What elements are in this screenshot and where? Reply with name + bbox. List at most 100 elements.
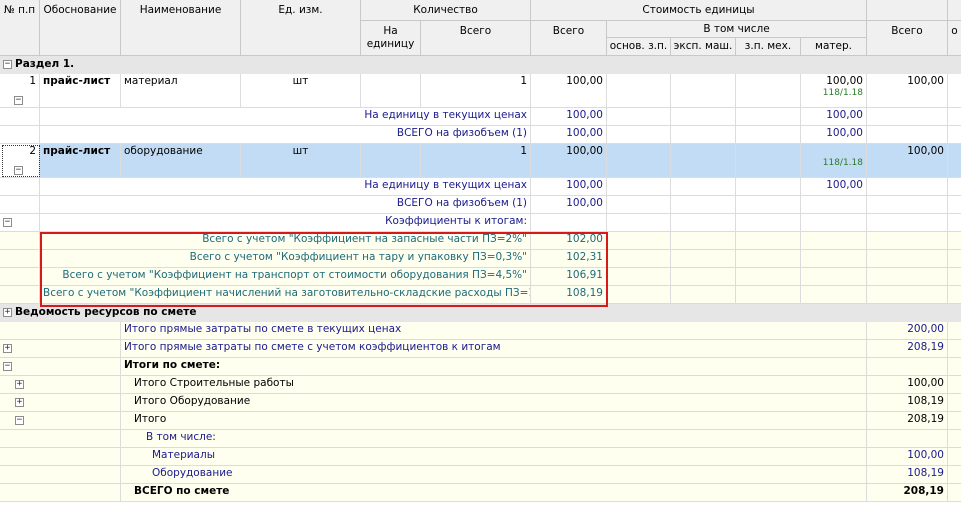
- summary-value: 108,19: [867, 466, 948, 484]
- table-row-sub[interactable]: ВСЕГО на физобъем (1) 100,00: [0, 196, 961, 214]
- total-row[interactable]: + Итого прямые затраты по смете с учетом…: [0, 340, 961, 358]
- item-qty-total: 1: [421, 74, 531, 108]
- header-qty-per-unit[interactable]: На единицу: [361, 21, 421, 56]
- sub-total: [867, 178, 948, 196]
- header-name[interactable]: Наименование: [121, 0, 241, 56]
- table-row-item-2[interactable]: 2 − прайс-лист оборудование шт 1 100,00 …: [0, 144, 961, 178]
- resources-row[interactable]: + Ведомость ресурсов по смете: [0, 304, 961, 322]
- sub-extra: [948, 178, 961, 196]
- summary-title: Итоги по смете:: [121, 358, 867, 376]
- coef-extra: [948, 214, 961, 232]
- sub-label: На единицу в текущих ценах: [40, 108, 531, 126]
- coef-eksp-mash: [671, 232, 736, 250]
- collapse-icon[interactable]: −: [14, 96, 23, 105]
- expand-icon[interactable]: +: [3, 344, 12, 353]
- collapse-icon[interactable]: −: [3, 362, 12, 371]
- sub-zp-meh: [736, 178, 801, 196]
- header-unit-cost[interactable]: Стоимость единицы: [531, 0, 867, 21]
- coef-zp-meh: [736, 286, 801, 304]
- item-mater: 100,00 118/1.18: [801, 74, 867, 108]
- collapse-icon[interactable]: −: [14, 166, 23, 175]
- sub-cost: 100,00: [531, 178, 607, 196]
- summary-label: ВСЕГО по смете: [121, 484, 867, 502]
- table-row-sub[interactable]: На единицу в текущих ценах 100,00 100,00: [0, 108, 961, 126]
- collapse-icon[interactable]: −: [15, 416, 24, 425]
- coef-value: 108,19: [531, 286, 607, 304]
- coef-row[interactable]: Всего с учетом "Коэффициент начислений н…: [0, 286, 961, 304]
- sub-label: ВСЕГО на физобъем (1): [40, 126, 531, 144]
- header-extra[interactable]: о: [948, 21, 961, 56]
- summary-extra: [948, 358, 961, 376]
- table-row-sub[interactable]: ВСЕГО на физобъем (1) 100,00 100,00: [0, 126, 961, 144]
- coef-row[interactable]: Всего с учетом "Коэффициент на запасные …: [0, 232, 961, 250]
- header-num[interactable]: № п.п: [0, 0, 40, 56]
- coef-osn-zp: [607, 232, 671, 250]
- sub-label: На единицу в текущих ценах: [40, 178, 531, 196]
- summary-row[interactable]: Материалы 100,00: [0, 448, 961, 466]
- collapse-icon[interactable]: −: [3, 60, 12, 69]
- summary-row[interactable]: Оборудование 108,19: [0, 466, 961, 484]
- table-row-item-1[interactable]: 1 − прайс-лист материал шт 1 100,00 100,…: [0, 74, 961, 108]
- coef-num: [0, 250, 40, 268]
- item-qty-per-unit: [361, 74, 421, 108]
- item-name: материал: [121, 74, 241, 108]
- coef-mater: [801, 286, 867, 304]
- coef-row[interactable]: Всего с учетом "Коэффициент на транспорт…: [0, 268, 961, 286]
- sub-total: [867, 108, 948, 126]
- coef-num: [0, 232, 40, 250]
- coef-num: [0, 286, 40, 304]
- header-unit[interactable]: Ед. изм.: [241, 0, 361, 56]
- header-cost-total[interactable]: Всего: [531, 21, 607, 56]
- summary-value: 208,19: [867, 484, 948, 502]
- header-eksp-mash[interactable]: эксп. маш.: [671, 38, 736, 56]
- coef-label: Всего с учетом "Коэффициент начислений н…: [40, 286, 531, 304]
- header-qty-total[interactable]: Всего: [421, 21, 531, 56]
- item-zp-meh: [736, 74, 801, 108]
- summary-title-row[interactable]: − Итоги по смете:: [0, 358, 961, 376]
- summary-row[interactable]: − Итого 208,19: [0, 412, 961, 430]
- header-including[interactable]: В том числе: [607, 21, 867, 38]
- summary-row[interactable]: В том числе:: [0, 430, 961, 448]
- header-osn-zp[interactable]: основ. з.п.: [607, 38, 671, 56]
- expand-icon[interactable]: +: [15, 398, 24, 407]
- coef-row[interactable]: Всего с учетом "Коэффициент на тару и уп…: [0, 250, 961, 268]
- header-blank: [867, 0, 948, 21]
- coef-title-row[interactable]: − Коэффициенты к итогам:: [0, 214, 961, 232]
- expand-icon[interactable]: +: [3, 308, 12, 317]
- item-name: оборудование: [121, 144, 241, 178]
- coef-num: [0, 268, 40, 286]
- total-label: Итого прямые затраты по смете в текущих …: [121, 322, 867, 340]
- summary-blank: [0, 358, 121, 376]
- summary-label: В том числе:: [121, 430, 867, 448]
- header-total-cost[interactable]: Всего: [867, 21, 948, 56]
- header-mater[interactable]: матер.: [801, 38, 867, 56]
- sub-osn-zp: [607, 178, 671, 196]
- coef-total: [867, 214, 948, 232]
- sub-mater: [801, 196, 867, 214]
- item-osn-zp: [607, 74, 671, 108]
- item-eksp-mash: [671, 144, 736, 178]
- coef-label: Всего с учетом "Коэффициент на запасные …: [40, 232, 531, 250]
- sub-zp-meh: [736, 126, 801, 144]
- section-row[interactable]: − Раздел 1.: [0, 56, 961, 74]
- summary-row[interactable]: + Итого Строительные работы 100,00: [0, 376, 961, 394]
- summary-grand-total-row[interactable]: ВСЕГО по смете 208,19: [0, 484, 961, 502]
- header-basis[interactable]: Обоснование: [40, 0, 121, 56]
- collapse-icon[interactable]: −: [3, 218, 12, 227]
- item-unit: шт: [241, 144, 361, 178]
- item-basis: прайс-лист: [40, 144, 121, 178]
- sub-num: [0, 108, 40, 126]
- summary-extra: [948, 466, 961, 484]
- sub-eksp-mash: [671, 178, 736, 196]
- expand-icon[interactable]: +: [15, 380, 24, 389]
- item-eksp-mash: [671, 74, 736, 108]
- header-qty[interactable]: Количество: [361, 0, 531, 21]
- coef-extra: [948, 232, 961, 250]
- coef-label: Всего с учетом "Коэффициент на транспорт…: [40, 268, 531, 286]
- header-zp-meh[interactable]: з.п. мех.: [736, 38, 801, 56]
- table-row-sub[interactable]: На единицу в текущих ценах 100,00 100,00: [0, 178, 961, 196]
- summary-row[interactable]: + Итого Оборудование 108,19: [0, 394, 961, 412]
- total-row[interactable]: Итого прямые затраты по смете в текущих …: [0, 322, 961, 340]
- sub-zp-meh: [736, 108, 801, 126]
- sub-cost: 100,00: [531, 126, 607, 144]
